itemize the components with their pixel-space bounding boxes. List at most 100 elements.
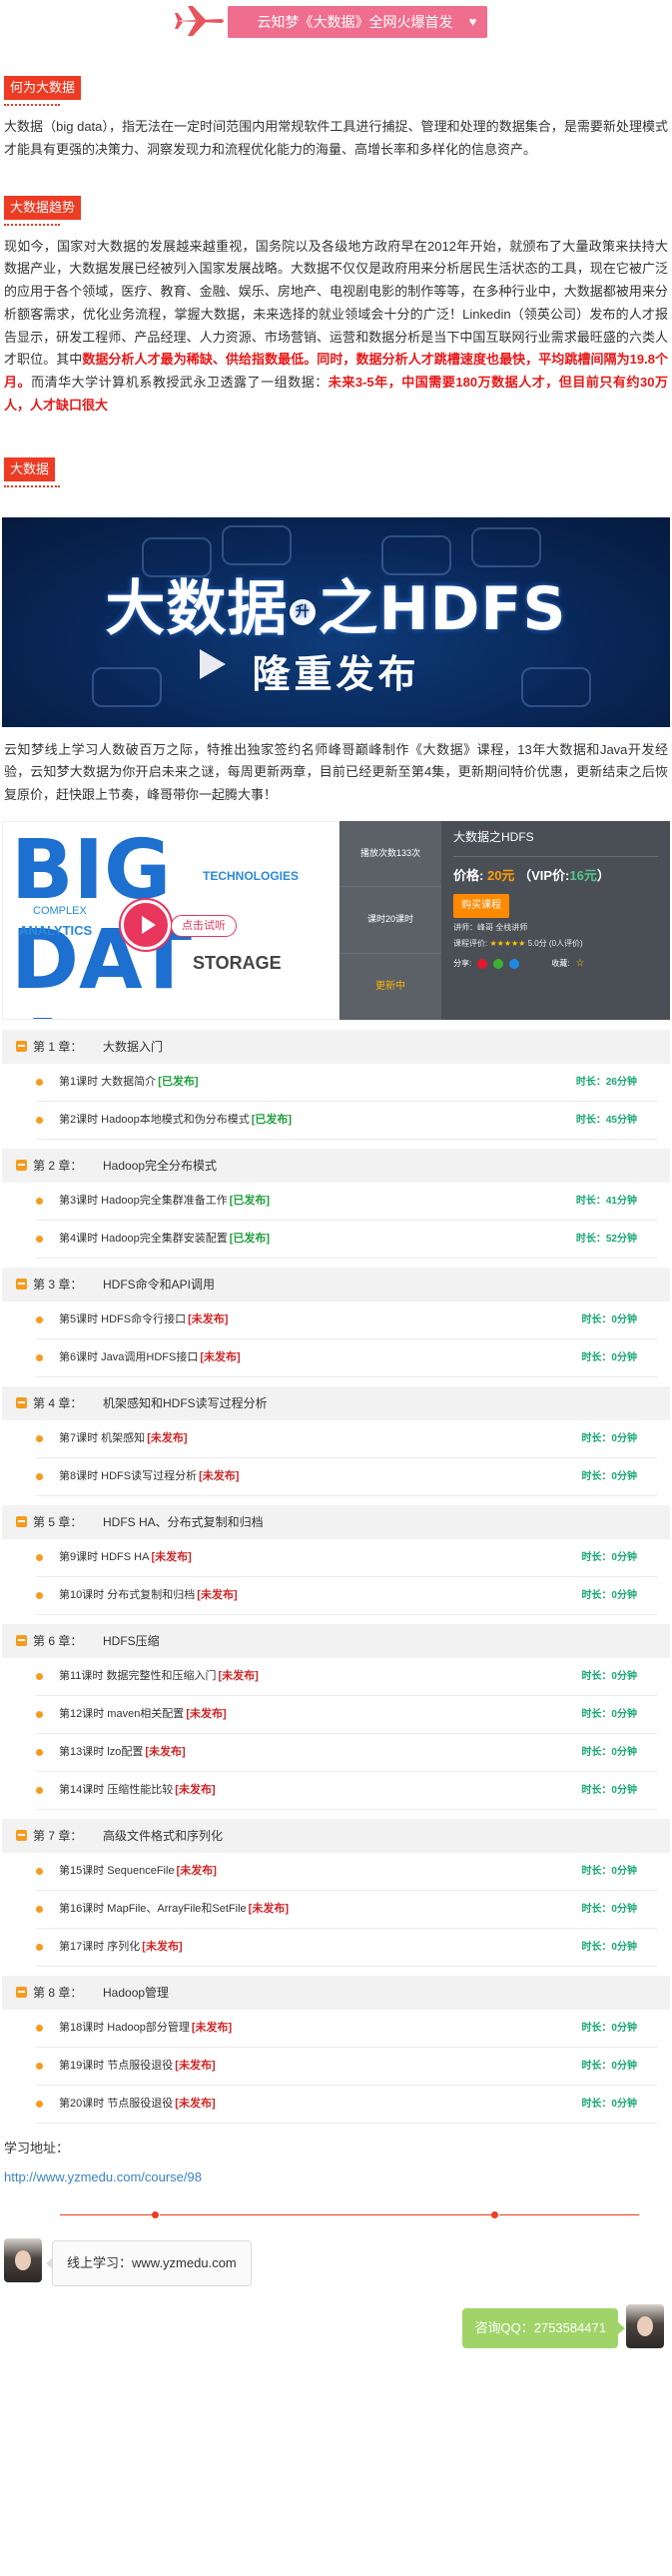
- lesson-status: [未发布]: [191, 2021, 233, 2034]
- lesson-row[interactable]: 第15课时 SequenceFile [未发布] 时长：0分钟: [36, 1853, 657, 1891]
- lesson-row[interactable]: 第2课时 Hadoop本地模式和伪分布模式 [已发布] 时长：45分钟: [36, 1102, 657, 1140]
- avatar: [626, 2304, 664, 2349]
- lesson-duration: 时长：52分钟: [575, 1233, 637, 1245]
- chat-online-learning: 线上学习：www.yzmedu.com: [2, 2238, 670, 2298]
- chapter-header[interactable]: 第 8 章： Hadoop管理: [2, 1975, 670, 2010]
- lesson-duration: 时长：0分钟: [581, 1784, 637, 1796]
- chapter: 第 7 章： 高级文件格式和序列化 第15课时 SequenceFile [未发布] 时…: [2, 1818, 670, 1967]
- lesson-duration: 时长：0分钟: [581, 1941, 637, 1953]
- chapter-title: HDFS HA、分布式复制和归档: [103, 1514, 264, 1529]
- lesson-row[interactable]: 第5课时 HDFS命令行接口 [未发布] 时长：0分钟: [36, 1301, 657, 1339]
- chapter-header[interactable]: 第 3 章： HDFS命令和API调用: [2, 1267, 670, 1301]
- lesson-name: 第18课时 Hadoop部分管理: [59, 2021, 190, 2034]
- chapter-title: HDFS压缩: [103, 1633, 160, 1648]
- price-label: 价格:: [453, 867, 484, 883]
- learn-address-label: 学习地址：: [4, 2140, 70, 2155]
- lesson-row[interactable]: 第14课时 压缩性能比较 [未发布] 时长：0分钟: [36, 1772, 657, 1810]
- rating-label: 课程评价:: [453, 939, 488, 949]
- chapter-list: 第 1 章： 大数据入门 第1课时 大数据简介 [已发布] 时长：26分钟 第2课时 Ha…: [2, 1029, 670, 2124]
- lesson-row[interactable]: 第13课时 lzo配置 [未发布] 时长：0分钟: [36, 1734, 657, 1772]
- lesson-name: 第5课时 HDFS命令行接口: [59, 1312, 187, 1325]
- course-price: 价格: 20元 （VIP价:16元）: [453, 865, 658, 888]
- course-thumbnail[interactable]: BIG DATA COMPLEX ANALYTICS TECHNOLOGIES …: [2, 820, 339, 1020]
- chapter-header[interactable]: 第 1 章： 大数据入门: [2, 1029, 670, 1064]
- chapter-icon: [16, 1987, 27, 1999]
- chapter: 第 1 章： 大数据入门 第1课时 大数据简介 [已发布] 时长：26分钟 第2课时 Ha…: [2, 1029, 670, 1140]
- poster-title-dot: 升: [290, 598, 317, 625]
- trend-paragraph: 现如今，国家对大数据的发展越来越重视，国务院以及各级地方政府早在2012年开始，…: [2, 234, 670, 418]
- chapter-header[interactable]: 第 2 章： Hadoop完全分布模式: [2, 1148, 670, 1183]
- bullet-icon: [36, 1315, 43, 1323]
- bullet-icon: [36, 1748, 43, 1756]
- lesson-status: [未发布]: [145, 1745, 186, 1758]
- banner-title: 云知梦《大数据》全网火爆首发 ♥: [227, 6, 487, 38]
- lesson-name: 第16课时 MapFile、ArrayFile和SetFile: [59, 1902, 247, 1915]
- qq-bubble[interactable]: 咨询QQ：2753584471: [462, 2308, 625, 2349]
- play-button[interactable]: [121, 899, 171, 950]
- lesson-row[interactable]: 第12课时 maven相关配置 [未发布] 时长：0分钟: [36, 1696, 657, 1734]
- lesson-duration: 时长：0分钟: [581, 1589, 637, 1601]
- chapter-header[interactable]: 第 5 章： HDFS HA、分布式复制和归档: [2, 1504, 670, 1539]
- buy-course-button[interactable]: 购买课程: [453, 893, 509, 918]
- lesson-status: [未发布]: [151, 1550, 192, 1563]
- chapter-header[interactable]: 第 6 章： HDFS压缩: [2, 1623, 670, 1658]
- lesson-duration: 时长：41分钟: [575, 1195, 637, 1207]
- lesson-row[interactable]: 第10课时 分布式复制和归档 [未发布] 时长：0分钟: [36, 1577, 657, 1615]
- lesson-row[interactable]: 第18课时 Hadoop部分管理 [未发布] 时长：0分钟: [36, 2010, 657, 2048]
- views-count: 播放次数133次: [339, 821, 441, 888]
- lesson-row[interactable]: 第3课时 Hadoop完全集群准备工作 [已发布] 时长：41分钟: [36, 1183, 657, 1221]
- lesson-row[interactable]: 第4课时 Hadoop完全集群安装配置 [已发布] 时长：52分钟: [36, 1221, 657, 1259]
- trend-text-2: 而清华大学计算机系教授武永卫透露了一组数据：: [31, 375, 329, 390]
- lesson-status: [未发布]: [218, 1669, 259, 1682]
- lesson-row[interactable]: 第20课时 节点服役退役 [未发布] 时长：0分钟: [36, 2086, 657, 2124]
- course-link[interactable]: http://www.yzmedu.com/course/98: [2, 2166, 670, 2189]
- lesson-row[interactable]: 第16课时 MapFile、ArrayFile和SetFile [未发布] 时长：0…: [36, 1891, 657, 1929]
- chapter-header[interactable]: 第 7 章： 高级文件格式和序列化: [2, 1818, 670, 1853]
- section-tag-what: 何为大数据: [4, 76, 82, 100]
- chapter: 第 8 章： Hadoop管理第18课时 Hadoop部分管理 [未发布] 时长：0分…: [2, 1975, 670, 2124]
- chapter-label: 第 6 章：: [33, 1633, 83, 1648]
- chapter-icon: [16, 1041, 27, 1053]
- lesson-row[interactable]: 第11课时 数据完整性和压缩入门 [未发布] 时长：0分钟: [36, 1658, 657, 1696]
- qq-icon[interactable]: [509, 958, 520, 969]
- bullet-icon: [36, 1197, 43, 1205]
- lesson-name: 第15课时 SequenceFile: [59, 1864, 175, 1877]
- lesson-duration: 时长：0分钟: [581, 1351, 637, 1363]
- lesson-status: [未发布]: [186, 1707, 227, 1720]
- favorite-label: 收藏:: [551, 958, 570, 968]
- lesson-name: 第14课时 压缩性能比较: [59, 1783, 174, 1796]
- price-value: 20元: [486, 867, 515, 883]
- lesson-name: 第13课时 lzo配置: [59, 1745, 144, 1758]
- vip-price: （VIP价:16元）: [518, 868, 610, 883]
- poster-title-a: 大数据: [105, 573, 289, 644]
- lesson-duration: 时长：0分钟: [581, 1432, 637, 1444]
- try-listen-button[interactable]: 点击试听: [171, 914, 237, 937]
- course-teacher: 讲师：峰哥 全栈讲师: [453, 922, 528, 932]
- bullet-icon: [36, 1710, 43, 1718]
- course-card: BIG DATA COMPLEX ANALYTICS TECHNOLOGIES …: [2, 820, 670, 1020]
- divider-dot: [152, 2211, 159, 2219]
- lesson-row[interactable]: 第6课时 Java调用HDFS接口 [未发布] 时长：0分钟: [36, 1339, 657, 1377]
- lesson-row[interactable]: 第17课时 序列化 [未发布] 时长：0分钟: [36, 1929, 657, 1967]
- lesson-status: [未发布]: [147, 1431, 188, 1444]
- bullet-icon: [36, 1943, 43, 1951]
- wechat-icon[interactable]: [493, 958, 504, 969]
- star-icon[interactable]: ☆: [575, 955, 584, 973]
- chapter-title: Hadoop管理: [103, 1985, 170, 2000]
- lesson-status: [未发布]: [197, 1588, 238, 1601]
- bullet-icon: [36, 2062, 43, 2070]
- lesson-row[interactable]: 第9课时 HDFS HA [未发布] 时长：0分钟: [36, 1539, 657, 1577]
- lesson-status: [未发布]: [199, 1469, 240, 1482]
- update-status: 更新中: [375, 981, 405, 993]
- lesson-row[interactable]: 第7课时 机架感知 [未发布] 时长：0分钟: [36, 1420, 657, 1458]
- weibo-icon[interactable]: [477, 958, 488, 969]
- lesson-row[interactable]: 第1课时 大数据简介 [已发布] 时长：26分钟: [36, 1064, 657, 1102]
- page: 云知梦《大数据》全网火爆首发 ♥ 何为大数据 大数据（big data），指无法…: [0, 2, 672, 2364]
- lesson-row[interactable]: 第19课时 节点服役退役 [未发布] 时长：0分钟: [36, 2048, 657, 2086]
- vip-value: 16元: [569, 867, 597, 883]
- chapter-header[interactable]: 第 4 章： 机架感知和HDFS读写过程分析: [2, 1385, 670, 1420]
- lesson-duration: 时长：0分钟: [581, 2022, 637, 2034]
- dotted-underline: [4, 484, 60, 487]
- lesson-row[interactable]: 第8课时 HDFS读写过程分析 [未发布] 时长：0分钟: [36, 1458, 657, 1496]
- chapter-title: 大数据入门: [103, 1039, 164, 1054]
